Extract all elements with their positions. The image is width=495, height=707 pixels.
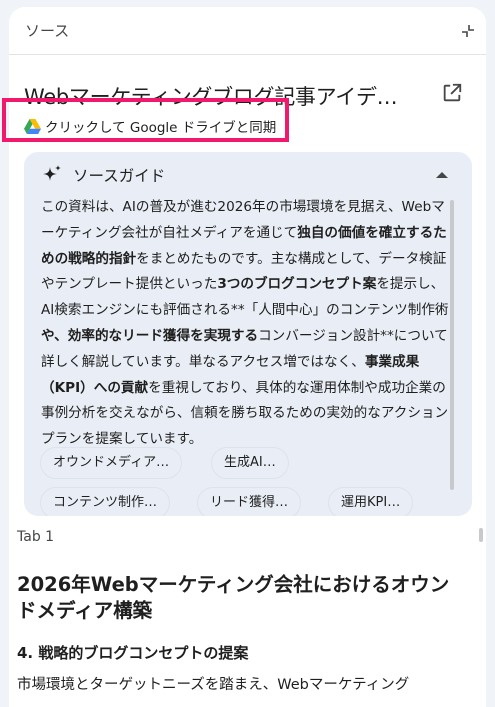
google-drive-icon bbox=[24, 118, 41, 134]
content-paragraph: 市場環境とターゲットニーズを踏まえ、Webマーケティング bbox=[17, 677, 410, 693]
content-subheading: 4. 戦略的ブログコンセプトの提案 bbox=[17, 644, 249, 662]
source-guide-title: ソースガイド bbox=[73, 167, 166, 185]
topic-chip[interactable]: リード獲得… bbox=[197, 487, 302, 516]
guide-scrollbar[interactable] bbox=[450, 200, 454, 490]
source-guide-card: ソースガイド この資料は、AIの普及が進む2026年の市場環境を見据え、Webマ… bbox=[24, 152, 472, 516]
topic-chip[interactable]: オウンドメディア… bbox=[40, 447, 183, 479]
collapse-icon[interactable] bbox=[460, 23, 476, 39]
tab-label[interactable]: Tab 1 bbox=[17, 529, 54, 545]
source-guide-summary: この資料は、AIの普及が進む2026年の市場環境を見据え、Webマーケティング会… bbox=[41, 195, 453, 453]
panel-title: ソース bbox=[25, 22, 70, 40]
open-in-new-icon[interactable] bbox=[441, 82, 463, 104]
content-scrollbar[interactable] bbox=[479, 528, 483, 542]
topic-chip[interactable]: 生成AI… bbox=[211, 447, 289, 479]
sparkle-icon bbox=[43, 165, 61, 181]
summary-bold-text: 3つのブログコンセプト案 bbox=[217, 276, 377, 293]
panel-header: ソース bbox=[9, 7, 486, 55]
summary-bold-text: や、効率的なリード獲得を実現する bbox=[41, 327, 259, 344]
source-guide-header[interactable]: ソースガイド bbox=[41, 164, 165, 186]
topic-chip[interactable]: 運用KPI… bbox=[328, 487, 414, 516]
topic-chip[interactable]: コンテンツ制作… bbox=[40, 487, 171, 516]
sync-drive-link[interactable]: クリックして Google ドライブと同期 bbox=[24, 116, 276, 136]
chevron-up-icon[interactable] bbox=[436, 172, 448, 178]
sync-drive-label: クリックして Google ドライブと同期 bbox=[45, 120, 277, 136]
content-heading: 2026年Webマーケティング会社におけるオウンドメディア構築 bbox=[17, 573, 450, 622]
